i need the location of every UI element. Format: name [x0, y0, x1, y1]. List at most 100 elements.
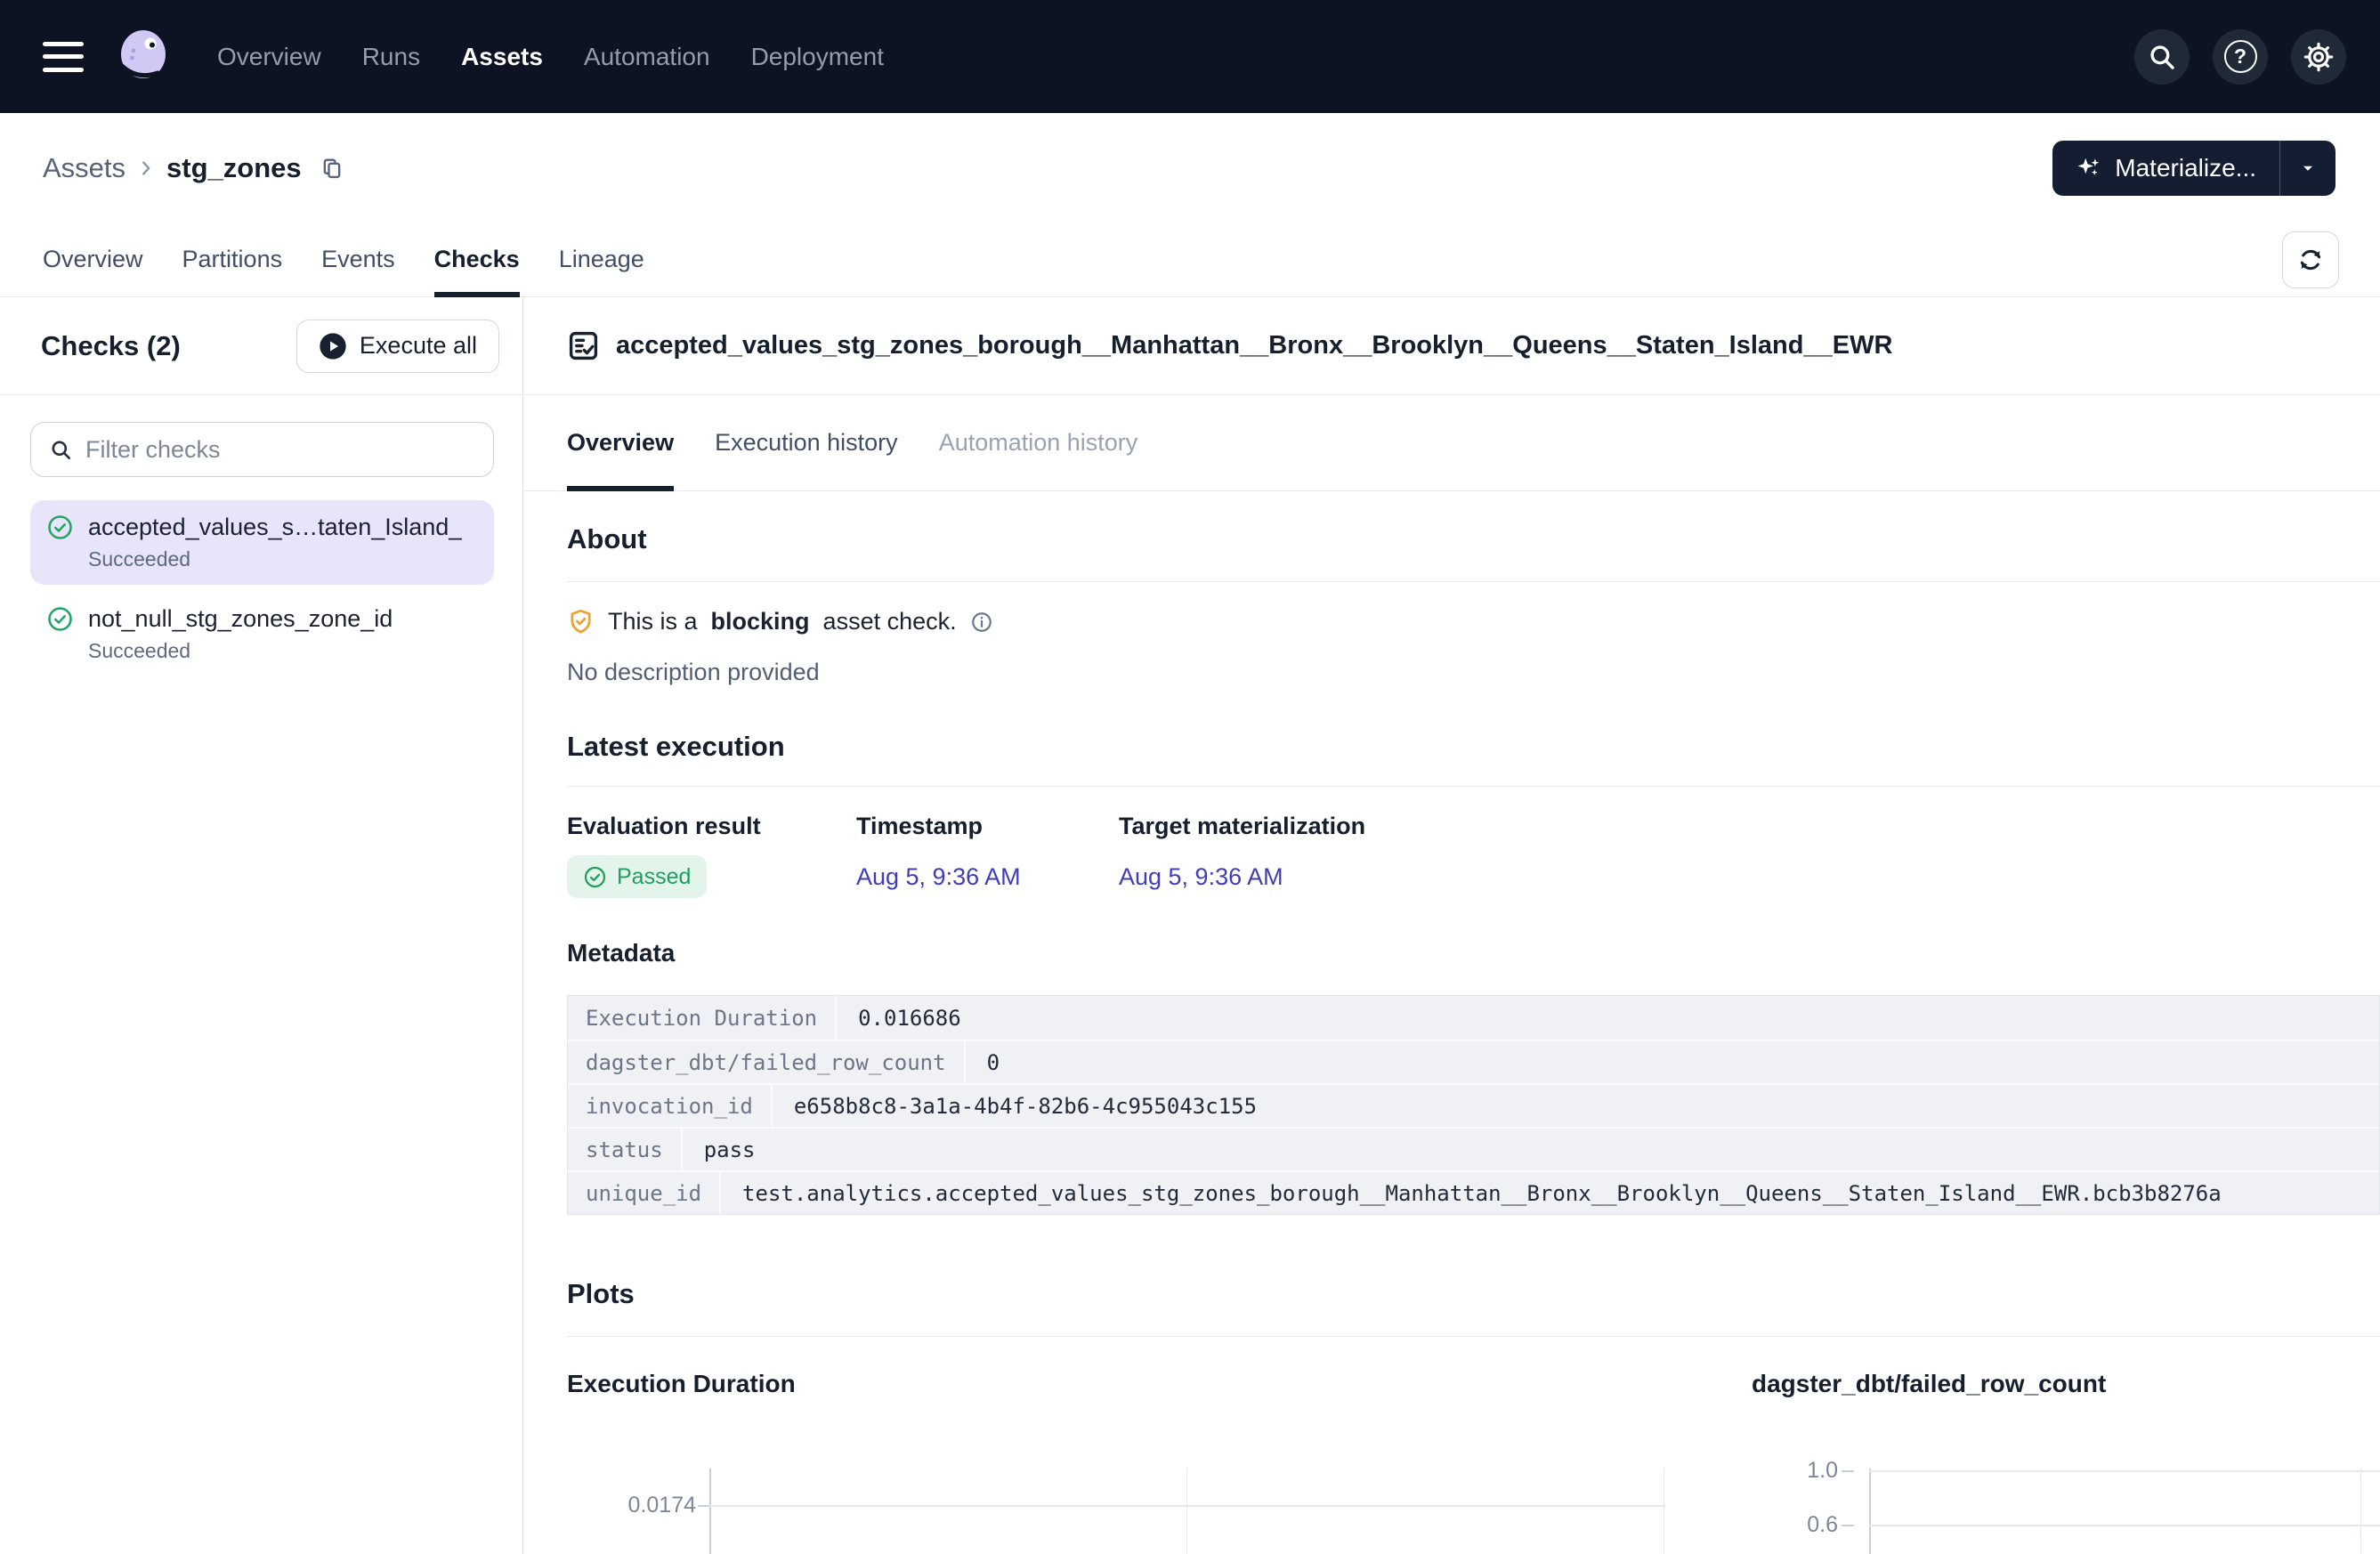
nav-deployment[interactable]: Deployment	[751, 43, 884, 71]
horizontal-gridline	[1869, 1525, 2380, 1526]
metadata-value: pass	[683, 1129, 2379, 1170]
nav-automation[interactable]: Automation	[584, 43, 710, 71]
copy-icon[interactable]	[320, 156, 344, 181]
execution-duration-chart[interactable]: 0.0174	[567, 1469, 1706, 1554]
metadata-value: 0	[966, 1041, 2379, 1083]
materialize-label: Materialize...	[2115, 154, 2256, 182]
check-detail-panel: accepted_values_stg_zones_borough__Manha…	[524, 297, 2380, 1554]
top-navigation-bar: Overview Runs Assets Automation Deployme…	[0, 0, 2380, 113]
chevron-right-icon	[136, 158, 156, 178]
nav-overview[interactable]: Overview	[217, 43, 321, 71]
metadata-heading: Metadata	[567, 939, 2335, 967]
y-axis-tick-mark	[1842, 1525, 1854, 1526]
checks-sidebar-header: Checks (2) Execute all	[0, 297, 522, 395]
filter-checks-box	[30, 422, 494, 477]
table-row: invocation_id e658b8c8-3a1a-4b4f-82b6-4c…	[568, 1083, 2379, 1127]
target-materialization-link[interactable]: Aug 5, 9:36 AM	[1119, 863, 2335, 891]
shield-check-icon	[567, 608, 595, 635]
metadata-key: status	[568, 1129, 683, 1170]
chart-title-execution-duration: Execution Duration	[567, 1370, 796, 1398]
menu-icon[interactable]	[43, 42, 84, 72]
tab-lineage[interactable]: Lineage	[559, 223, 644, 296]
checks-sidebar: Checks (2) Execute all	[0, 297, 523, 1554]
info-icon[interactable]	[970, 611, 993, 634]
metadata-value: 0.016686	[837, 996, 2379, 1040]
metadata-key: Execution Duration	[568, 996, 837, 1040]
y-axis-tick-label: 0.6	[1742, 1512, 1838, 1538]
status-badge-passed: Passed	[567, 855, 707, 898]
column-timestamp: Timestamp	[856, 813, 1119, 840]
plots-area: Execution Duration dagster_dbt/failed_ro…	[567, 1337, 2335, 1552]
dagster-logo-icon[interactable]	[110, 25, 174, 89]
tab-automation-history[interactable]: Automation history	[939, 395, 1138, 490]
y-axis-tick-label: 1.0	[1742, 1458, 1838, 1484]
materialize-split-button: Materialize...	[2052, 141, 2335, 196]
nav-runs[interactable]: Runs	[362, 43, 420, 71]
tab-check-overview[interactable]: Overview	[567, 395, 674, 490]
breadcrumb-assets-link[interactable]: Assets	[43, 152, 125, 184]
list-item-not-null-check[interactable]: not_null_stg_zones_zone_id Succeeded	[30, 592, 494, 676]
y-axis-line	[1869, 1469, 1871, 1554]
list-item-accepted-values-check[interactable]: accepted_values_s…taten_Island_ Succeede…	[30, 500, 494, 585]
check-detail-tabs: Overview Execution history Automation hi…	[524, 395, 2380, 491]
check-circle-icon	[46, 514, 74, 541]
y-axis-line	[709, 1469, 711, 1554]
y-axis-tick-mark	[1842, 1470, 1854, 1472]
tab-execution-history[interactable]: Execution history	[715, 395, 898, 490]
page-header: Assets stg_zones Materialize...	[0, 113, 2380, 223]
table-row: status pass	[568, 1127, 2379, 1170]
execute-all-label: Execute all	[360, 332, 477, 360]
table-row: unique_id test.analytics.accepted_values…	[568, 1170, 2379, 1214]
metadata-value: e658b8c8-3a1a-4b4f-82b6-4c955043c155	[773, 1085, 2379, 1127]
materialize-dropdown-button[interactable]	[2280, 141, 2335, 196]
blocking-text-prefix: This is a	[608, 608, 698, 635]
section-divider	[567, 581, 2380, 582]
question-glyph: ?	[2234, 45, 2246, 69]
filter-checks-input[interactable]	[85, 436, 475, 464]
search-icon	[49, 438, 73, 462]
chart-title-failed-row-count: dagster_dbt/failed_row_count	[1752, 1370, 2106, 1398]
asset-tab-bar: Overview Partitions Events Checks Lineag…	[0, 223, 2380, 297]
primary-nav: Overview Runs Assets Automation Deployme…	[217, 43, 884, 71]
metadata-key: invocation_id	[568, 1085, 773, 1127]
y-axis-tick-mark	[698, 1505, 710, 1507]
settings-gear-icon[interactable]	[2291, 29, 2346, 85]
failed-row-count-chart[interactable]: 1.0 0.6	[1742, 1469, 2380, 1554]
dagster-asset-check-page: Overview Runs Assets Automation Deployme…	[0, 0, 2380, 1554]
check-circle-icon	[46, 605, 74, 633]
column-evaluation-result: Evaluation result	[567, 813, 856, 840]
caret-down-icon	[2298, 158, 2318, 178]
execute-all-button[interactable]: Execute all	[296, 320, 499, 373]
metadata-table: Execution Duration 0.016686 dagster_dbt/…	[567, 995, 2380, 1215]
column-target-materialization: Target materialization	[1119, 813, 2335, 840]
metadata-key: unique_id	[568, 1172, 721, 1214]
nav-assets[interactable]: Assets	[461, 43, 543, 71]
tab-checks[interactable]: Checks	[434, 223, 520, 296]
help-icon[interactable]: ?	[2213, 29, 2268, 85]
checks-count-title: Checks (2)	[41, 330, 181, 362]
checklist-icon	[567, 329, 600, 362]
check-detail-content: About This is a blocking asset check. No…	[524, 523, 2380, 1552]
breadcrumb-current-asset: stg_zones	[166, 152, 302, 184]
about-heading: About	[567, 523, 2335, 555]
breadcrumb: Assets stg_zones	[43, 152, 344, 184]
refresh-icon[interactable]	[2282, 231, 2339, 288]
tab-partitions[interactable]: Partitions	[182, 223, 283, 296]
y-axis-tick-label: 0.0174	[567, 1493, 696, 1518]
latest-execution-heading: Latest execution	[567, 731, 2335, 763]
no-description-text: No description provided	[567, 659, 2335, 686]
checks-sidebar-body: accepted_values_s…taten_Island_ Succeede…	[0, 395, 522, 676]
vertical-gridline	[1186, 1469, 1187, 1554]
horizontal-gridline	[1869, 1470, 2380, 1472]
tab-overview[interactable]: Overview	[43, 223, 143, 296]
latest-execution-grid: Evaluation result Timestamp Target mater…	[567, 813, 2335, 898]
timestamp-link[interactable]: Aug 5, 9:36 AM	[856, 863, 1119, 891]
passed-label: Passed	[617, 864, 691, 890]
sparkle-icon	[2076, 155, 2102, 182]
materialize-button[interactable]: Materialize...	[2052, 141, 2279, 196]
metadata-value: test.analytics.accepted_values_stg_zones…	[721, 1172, 2379, 1214]
horizontal-gridline	[709, 1505, 1665, 1507]
tab-events[interactable]: Events	[321, 223, 395, 296]
search-icon[interactable]	[2134, 29, 2190, 85]
metadata-key: dagster_dbt/failed_row_count	[568, 1041, 966, 1083]
